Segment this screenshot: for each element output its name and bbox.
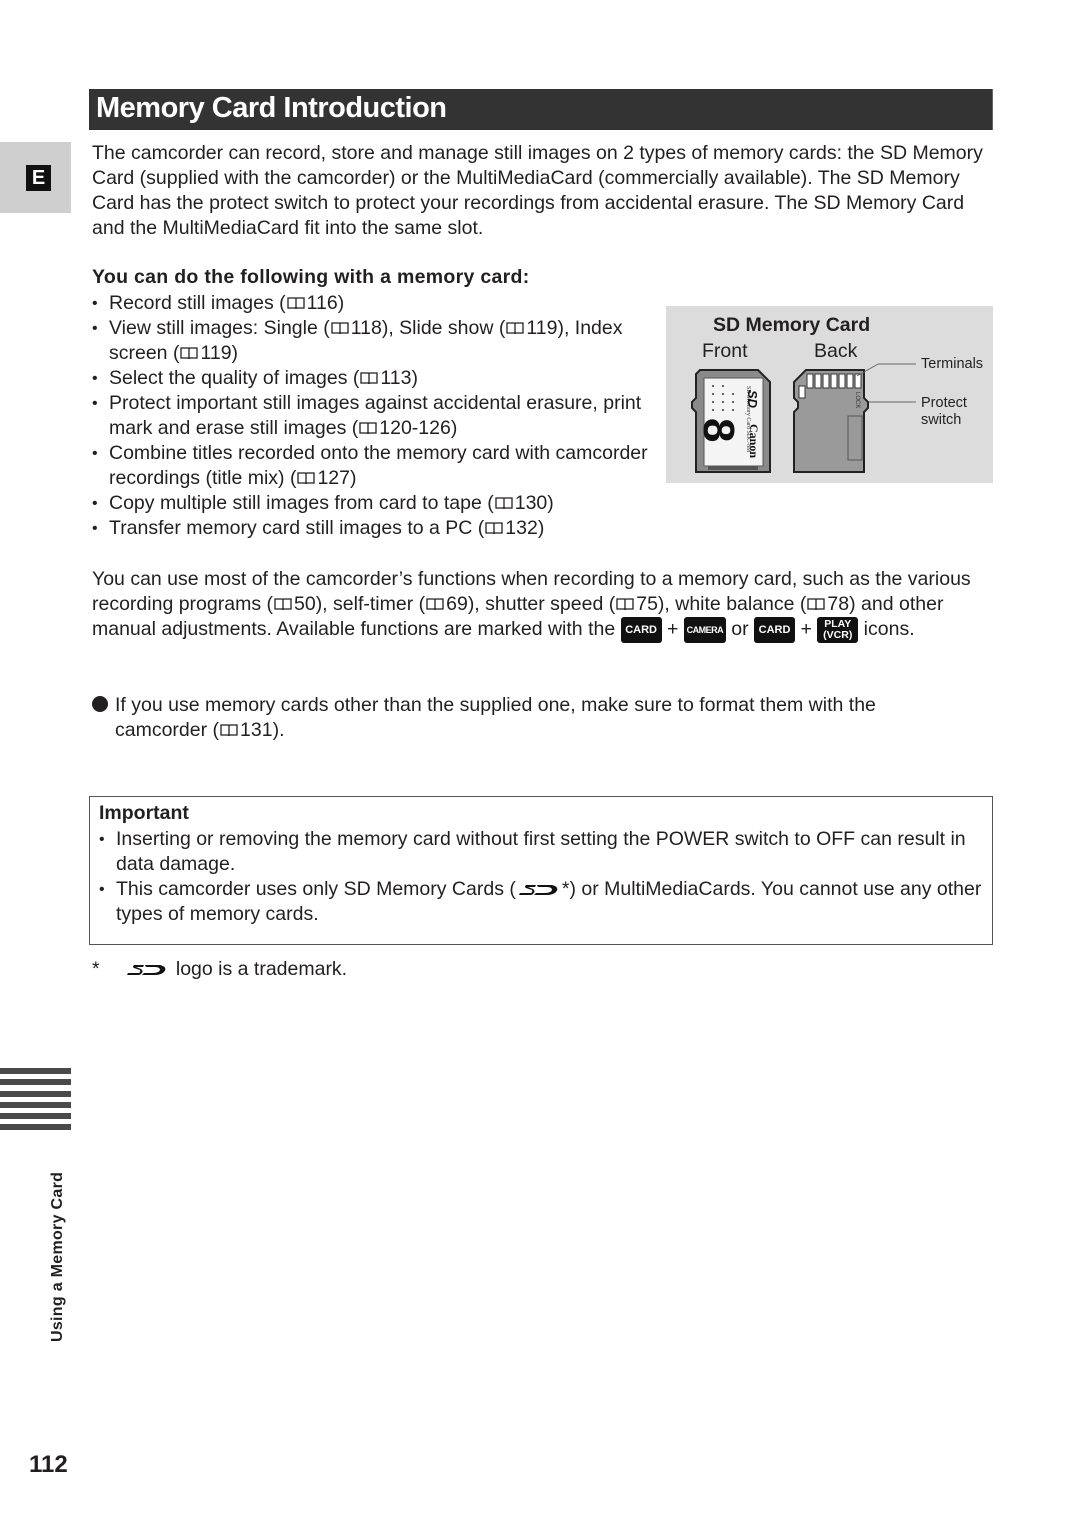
book-reference-icon bbox=[359, 422, 377, 435]
features-list: Record still images (116)View still imag… bbox=[92, 291, 652, 541]
features-heading: You can do the following with a memory c… bbox=[92, 266, 530, 288]
card-mode-icon: CARD bbox=[620, 617, 662, 643]
sd-card-back-icon: LOCK bbox=[793, 363, 916, 473]
book-reference-icon bbox=[485, 522, 503, 535]
page-number: 112 bbox=[29, 1451, 68, 1478]
book-reference-icon bbox=[616, 598, 634, 611]
language-tab: E bbox=[0, 142, 71, 213]
list-item: Copy multiple still images from card to … bbox=[92, 491, 652, 516]
book-reference-icon bbox=[331, 322, 349, 335]
section-tab-stripes bbox=[0, 1068, 71, 1136]
sd-card-figure: SD Memory Card Front Back Terminals Prot… bbox=[666, 306, 993, 483]
list-item: Combine titles recorded onto the memory … bbox=[92, 441, 652, 491]
book-reference-icon bbox=[274, 598, 292, 611]
book-reference-icon bbox=[180, 347, 199, 360]
important-title: Important bbox=[99, 802, 189, 824]
book-reference-icon bbox=[426, 598, 444, 611]
important-list: Inserting or removing the memory card wi… bbox=[99, 827, 989, 927]
card-brand: Canon bbox=[747, 424, 761, 458]
important-box: Important Inserting or removing the memo… bbox=[89, 796, 993, 945]
book-reference-icon bbox=[360, 372, 379, 385]
page-title: Memory Card Introduction bbox=[96, 92, 447, 124]
section-label: Using a Memory Card bbox=[49, 1171, 66, 1342]
card-capacity: 8 bbox=[694, 418, 743, 442]
book-reference-icon bbox=[495, 497, 513, 510]
list-item: Record still images (116) bbox=[92, 291, 652, 316]
bullet-dot-icon bbox=[92, 696, 108, 712]
card-mode-icon: CARD bbox=[754, 617, 796, 643]
book-reference-icon bbox=[807, 598, 826, 611]
sd-card-front-icon: 8 SD Memory Card SDC-8M Canon SD bbox=[691, 369, 771, 473]
list-item: This camcorder uses only SD Memory Cards… bbox=[99, 877, 989, 927]
camera-mode-icon: CAMERA bbox=[683, 617, 726, 643]
list-item: Inserting or removing the memory card wi… bbox=[99, 827, 989, 877]
lock-text: LOCK bbox=[854, 392, 860, 408]
book-reference-icon bbox=[506, 322, 525, 335]
trademark-footnote: * logo is a trademark. bbox=[92, 957, 347, 982]
functions-paragraph: You can use most of the camcorder’s func… bbox=[92, 568, 971, 643]
list-item: View still images: Single (118), Slide s… bbox=[92, 316, 652, 366]
book-reference-icon bbox=[286, 297, 305, 310]
page-title-bar: Memory Card Introduction bbox=[89, 89, 993, 130]
intro-paragraph: The camcorder can record, store and mana… bbox=[92, 142, 983, 239]
list-item: Select the quality of images (113) bbox=[92, 366, 652, 391]
format-note-text: If you use memory cards other than the s… bbox=[115, 694, 876, 741]
svg-text:SD: SD bbox=[745, 390, 760, 409]
footnote-asterisk: * bbox=[92, 958, 100, 980]
sd-logo-icon bbox=[518, 885, 558, 895]
format-note: If you use memory cards other than the s… bbox=[92, 693, 972, 743]
sd-logo-icon bbox=[127, 965, 166, 975]
book-reference-icon bbox=[220, 724, 238, 737]
list-item: Transfer memory card still images to a P… bbox=[92, 516, 652, 541]
sd-card-illustration: 8 SD Memory Card SDC-8M Canon SD LOCK bbox=[691, 363, 916, 473]
book-reference-icon bbox=[297, 472, 316, 485]
language-indicator: E bbox=[26, 165, 51, 191]
play-vcr-mode-icon: PLAY (VCR) bbox=[817, 617, 859, 643]
footnote-text: logo is a trademark. bbox=[175, 958, 348, 980]
list-item: Protect important still images against a… bbox=[92, 391, 652, 441]
